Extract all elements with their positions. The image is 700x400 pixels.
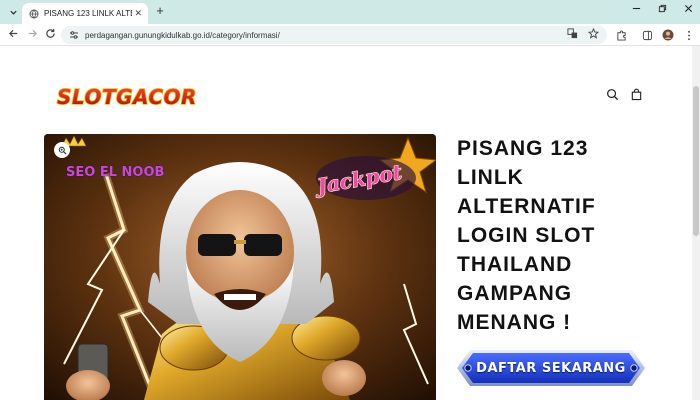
tab-search-chevron-icon[interactable] — [6, 5, 20, 19]
side-panel-icon[interactable] — [640, 28, 654, 42]
title-line: ALTERNATIF — [457, 195, 596, 218]
logo-text: SLOTGACOR — [57, 85, 197, 109]
browser-tab-strip: PISANG 123 LINLK ALTERNATIF ✕ + — [0, 0, 700, 24]
tab-title: PISANG 123 LINLK ALTERNATIF — [44, 9, 132, 18]
more-menu-icon[interactable] — [682, 28, 696, 42]
address-bar[interactable]: perdagangan.gunungkidulkab.go.id/categor… — [61, 26, 607, 44]
new-tab-button[interactable]: + — [153, 4, 167, 18]
page-scrollbar[interactable] — [692, 46, 700, 400]
active-tab[interactable]: PISANG 123 LINLK ALTERNATIF ✕ — [22, 3, 148, 24]
back-arrow-icon[interactable] — [6, 28, 20, 42]
site-logo[interactable]: SLOTGACOR — [54, 80, 200, 112]
title-line: GAMPANG — [457, 282, 573, 305]
title-line: LOGIN SLOT — [457, 224, 596, 247]
close-tab-icon[interactable]: ✕ — [134, 8, 142, 19]
daftar-sekarang-button[interactable]: DAFTAR SEKARANG — [456, 349, 646, 387]
bookmark-star-icon[interactable] — [587, 26, 600, 44]
translate-icon[interactable] — [567, 26, 578, 44]
reload-icon[interactable] — [43, 28, 57, 42]
scrollbar-thumb[interactable] — [693, 86, 699, 236]
title-line: MENANG ! — [457, 311, 572, 334]
site-info-icon[interactable] — [69, 30, 79, 40]
cart-bag-icon[interactable] — [629, 87, 643, 101]
profile-avatar[interactable] — [661, 28, 675, 42]
url-text[interactable]: perdagangan.gunungkidulkab.go.id/categor… — [85, 31, 280, 40]
search-icon[interactable] — [605, 87, 619, 101]
minimize-icon[interactable] — [628, 4, 644, 18]
restore-icon[interactable] — [654, 4, 670, 18]
title-line: PISANG 123 — [457, 137, 589, 160]
browser-toolbar: perdagangan.gunungkidulkab.go.id/categor… — [0, 24, 700, 46]
daftar-sekarang-label: DAFTAR SEKARANG — [476, 360, 626, 376]
title-line: LINLK — [457, 166, 524, 189]
globe-icon — [28, 8, 39, 19]
title-line: THAILAND — [457, 253, 573, 276]
extensions-puzzle-icon[interactable] — [614, 28, 628, 42]
product-title: PISANG 123 LINLK ALTERNATIF LOGIN SLOT T… — [457, 134, 657, 337]
close-window-icon[interactable] — [680, 4, 696, 18]
watermark-text: SEO EL NOOB — [66, 165, 164, 180]
product-image[interactable]: SEO EL NOOB Jackpot — [44, 134, 436, 400]
forward-arrow-icon[interactable] — [25, 28, 39, 42]
web-page: SLOTGACOR SEO EL NOOB Jackpot PISANG 123… — [0, 46, 700, 400]
zoom-icon[interactable] — [54, 142, 70, 158]
